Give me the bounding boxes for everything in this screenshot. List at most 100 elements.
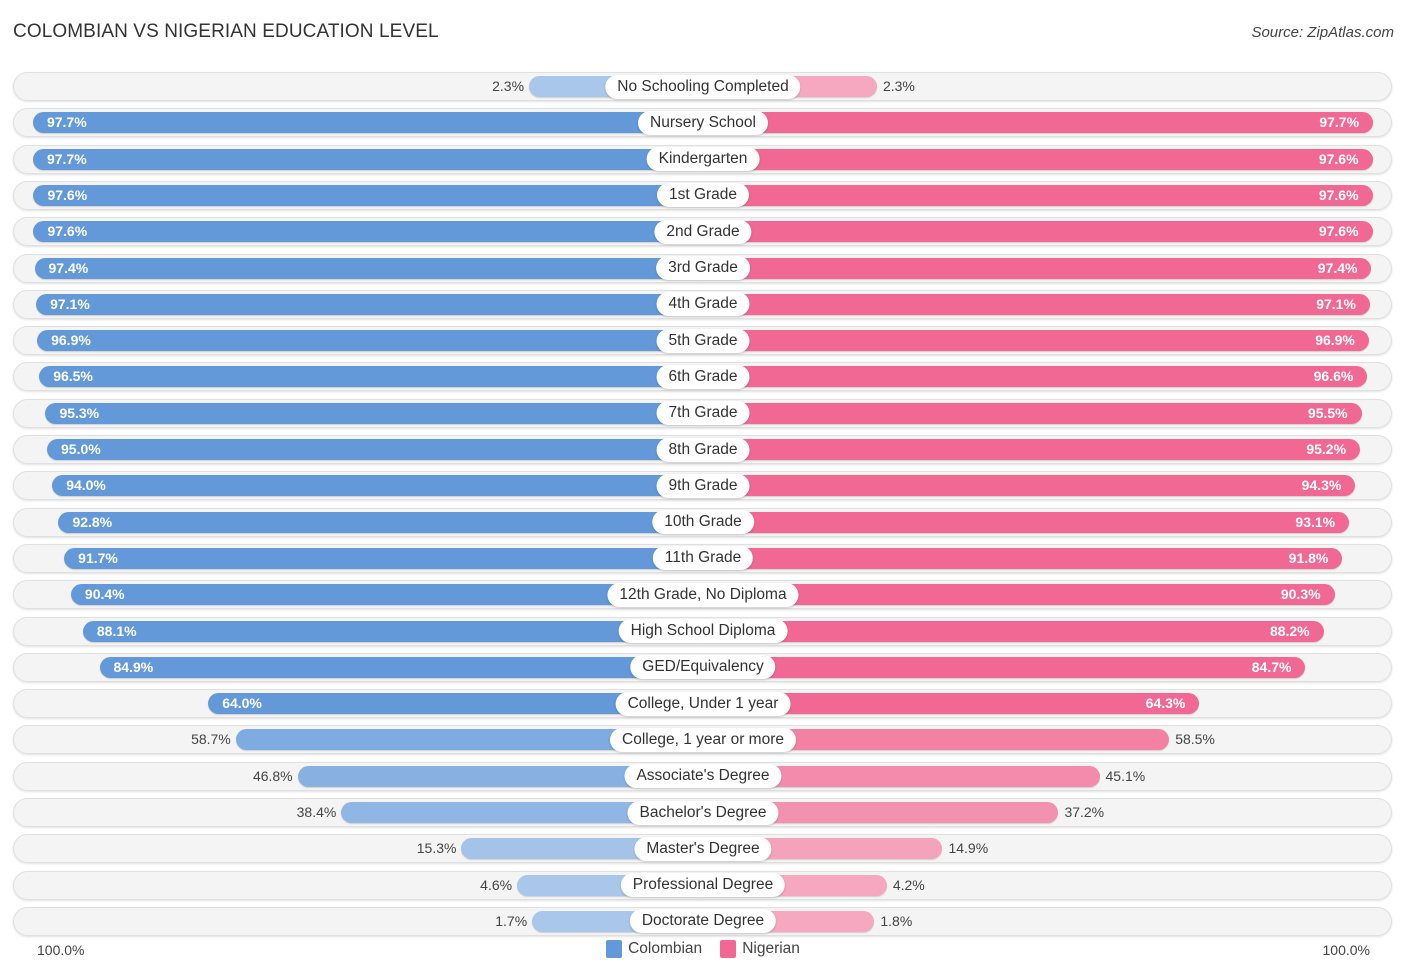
value-label-nigerian-college-1-year-or-more: 58.5% xyxy=(1175,731,1215,748)
value-label-colombian-2nd-grade: 97.6% xyxy=(47,223,88,240)
category-label-4th-grade: 4th Grade xyxy=(656,292,750,317)
bar-colombian-10th-grade[interactable] xyxy=(58,511,703,533)
bar-colombian-4th-grade[interactable] xyxy=(36,293,703,315)
bar-nigerian-high-school-diploma[interactable] xyxy=(703,620,1324,642)
category-label-9th-grade: 9th Grade xyxy=(656,473,750,498)
bar-nigerian-3rd-grade[interactable] xyxy=(703,257,1372,279)
value-label-nigerian-ged-equivalency: 84.7% xyxy=(1251,658,1292,675)
category-label-high-school-diploma: High School Diploma xyxy=(618,619,788,643)
category-label-8th-grade: 8th Grade xyxy=(656,437,750,462)
value-label-colombian-college-1-year-or-more: 58.7% xyxy=(191,731,231,748)
category-label-7th-grade: 7th Grade xyxy=(656,401,750,426)
category-label-college-under-1-year: College, Under 1 year xyxy=(615,691,791,716)
value-label-nigerian-bachelor-s-degree: 37.2% xyxy=(1064,804,1105,820)
bar-nigerian-10th-grade[interactable] xyxy=(703,511,1350,533)
bar-nigerian-5th-grade[interactable] xyxy=(703,330,1369,352)
value-label-colombian-9th-grade: 94.0% xyxy=(66,477,106,494)
category-label-11th-grade: 11th Grade xyxy=(652,546,754,571)
category-label-2nd-grade: 2nd Grade xyxy=(654,219,752,244)
value-label-nigerian-kindergarten: 97.6% xyxy=(1318,150,1359,167)
legend: Colombian Nigerian xyxy=(0,940,1406,958)
value-label-nigerian-5th-grade: 96.9% xyxy=(1315,332,1355,349)
bar-colombian-6th-grade[interactable] xyxy=(39,366,703,388)
bar-colombian-11th-grade[interactable] xyxy=(64,547,703,569)
bar-colombian-1st-grade[interactable] xyxy=(33,184,703,206)
category-label-10th-grade: 10th Grade xyxy=(652,510,754,535)
bar-colombian-3rd-grade[interactable] xyxy=(34,257,703,279)
category-label-ged-equivalency: GED/Equivalency xyxy=(630,655,776,680)
bar-nigerian-nursery-school[interactable] xyxy=(703,112,1374,134)
bar-colombian-8th-grade[interactable] xyxy=(47,439,703,460)
value-label-colombian-college-under-1-year: 64.0% xyxy=(222,695,262,712)
bar-colombian-2nd-grade[interactable] xyxy=(33,221,703,243)
bar-nigerian-ged-equivalency[interactable] xyxy=(703,656,1306,678)
category-label-kindergarten: Kindergarten xyxy=(646,147,760,172)
category-label-college-1-year-or-more: College, 1 year or more xyxy=(610,727,796,752)
value-label-colombian-5th-grade: 96.9% xyxy=(51,332,91,349)
value-label-nigerian-associate-s-degree: 45.1% xyxy=(1105,767,1146,784)
value-label-nigerian-11th-grade: 91.8% xyxy=(1288,549,1329,566)
value-label-colombian-kindergarten: 97.7% xyxy=(46,150,87,167)
bar-nigerian-1st-grade[interactable] xyxy=(703,184,1373,206)
legend-label-nigerian: Nigerian xyxy=(742,940,800,957)
legend-item-nigerian[interactable]: Nigerian xyxy=(720,940,800,958)
value-label-nigerian-nursery-school: 97.7% xyxy=(1319,114,1360,131)
value-label-nigerian-8th-grade: 95.2% xyxy=(1306,441,1347,457)
category-label-no-schooling-completed: No Schooling Completed xyxy=(605,74,801,99)
value-label-colombian-nursery-school: 97.7% xyxy=(46,114,87,131)
bar-nigerian-kindergarten[interactable] xyxy=(703,148,1373,170)
category-label-1st-grade: 1st Grade xyxy=(656,183,750,208)
value-label-colombian-ged-equivalency: 84.9% xyxy=(113,658,154,675)
value-label-nigerian-6th-grade: 96.6% xyxy=(1313,368,1354,385)
value-label-nigerian-2nd-grade: 97.6% xyxy=(1318,223,1359,240)
bar-colombian-9th-grade[interactable] xyxy=(52,475,703,497)
value-label-colombian-no-schooling-completed: 2.3% xyxy=(492,78,525,94)
value-label-nigerian-college-under-1-year: 64.3% xyxy=(1145,695,1186,712)
bar-nigerian-4th-grade[interactable] xyxy=(703,293,1370,315)
value-label-colombian-doctorate-degree: 1.7% xyxy=(495,912,528,929)
value-label-nigerian-no-schooling-completed: 2.3% xyxy=(882,78,915,94)
bar-nigerian-9th-grade[interactable] xyxy=(703,475,1356,497)
value-label-colombian-professional-degree: 4.6% xyxy=(480,876,513,893)
category-label-3rd-grade: 3rd Grade xyxy=(656,256,750,280)
bar-nigerian-8th-grade[interactable] xyxy=(703,439,1361,460)
diverging-bar-chart: 2.3% 2.3% No Schooling Completed 97.7% 97.7%… xyxy=(0,0,1406,975)
category-label-6th-grade: 6th Grade xyxy=(656,364,750,389)
bar-nigerian-2nd-grade[interactable] xyxy=(703,221,1373,243)
value-label-nigerian-7th-grade: 95.5% xyxy=(1307,404,1348,421)
value-label-nigerian-9th-grade: 94.3% xyxy=(1301,477,1342,494)
category-label-12th-grade-no-diploma: 12th Grade, No Diploma xyxy=(607,582,799,607)
legend-swatch-colombian xyxy=(606,940,623,958)
value-label-colombian-associate-s-degree: 46.8% xyxy=(252,767,293,784)
value-label-nigerian-master-s-degree: 14.9% xyxy=(948,840,989,857)
value-label-colombian-4th-grade: 97.1% xyxy=(50,295,90,312)
value-label-nigerian-high-school-diploma: 88.2% xyxy=(1269,622,1310,639)
legend-swatch-nigerian xyxy=(720,940,737,958)
value-label-nigerian-professional-degree: 4.2% xyxy=(892,876,925,893)
bar-nigerian-11th-grade[interactable] xyxy=(703,547,1343,569)
bar-colombian-7th-grade[interactable] xyxy=(45,402,703,424)
value-label-colombian-bachelor-s-degree: 38.4% xyxy=(296,804,337,820)
bar-colombian-kindergarten[interactable] xyxy=(32,148,703,170)
bar-nigerian-7th-grade[interactable] xyxy=(703,402,1362,424)
value-label-colombian-8th-grade: 95.0% xyxy=(61,441,101,457)
value-label-nigerian-1st-grade: 97.6% xyxy=(1318,186,1359,203)
value-label-colombian-6th-grade: 96.5% xyxy=(53,368,93,385)
category-label-bachelor-s-degree: Bachelor's Degree xyxy=(627,800,779,825)
value-label-nigerian-3rd-grade: 97.4% xyxy=(1317,259,1358,276)
category-label-professional-degree: Professional Degree xyxy=(620,873,786,898)
legend-item-colombian[interactable]: Colombian xyxy=(606,940,702,958)
value-label-colombian-1st-grade: 97.6% xyxy=(47,186,88,203)
bar-colombian-nursery-school[interactable] xyxy=(32,112,703,134)
value-label-colombian-12th-grade-no-diploma: 90.4% xyxy=(84,586,125,603)
bar-colombian-high-school-diploma[interactable] xyxy=(82,620,703,642)
bar-colombian-ged-equivalency[interactable] xyxy=(99,656,703,678)
bar-colombian-5th-grade[interactable] xyxy=(37,330,703,352)
value-label-nigerian-4th-grade: 97.1% xyxy=(1316,295,1356,312)
value-label-nigerian-12th-grade-no-diploma: 90.3% xyxy=(1280,586,1321,603)
value-label-colombian-3rd-grade: 97.4% xyxy=(48,259,89,276)
value-label-nigerian-10th-grade: 93.1% xyxy=(1295,513,1336,530)
bar-nigerian-6th-grade[interactable] xyxy=(703,366,1368,388)
value-label-colombian-high-school-diploma: 88.1% xyxy=(96,622,137,639)
category-label-5th-grade: 5th Grade xyxy=(656,328,750,353)
